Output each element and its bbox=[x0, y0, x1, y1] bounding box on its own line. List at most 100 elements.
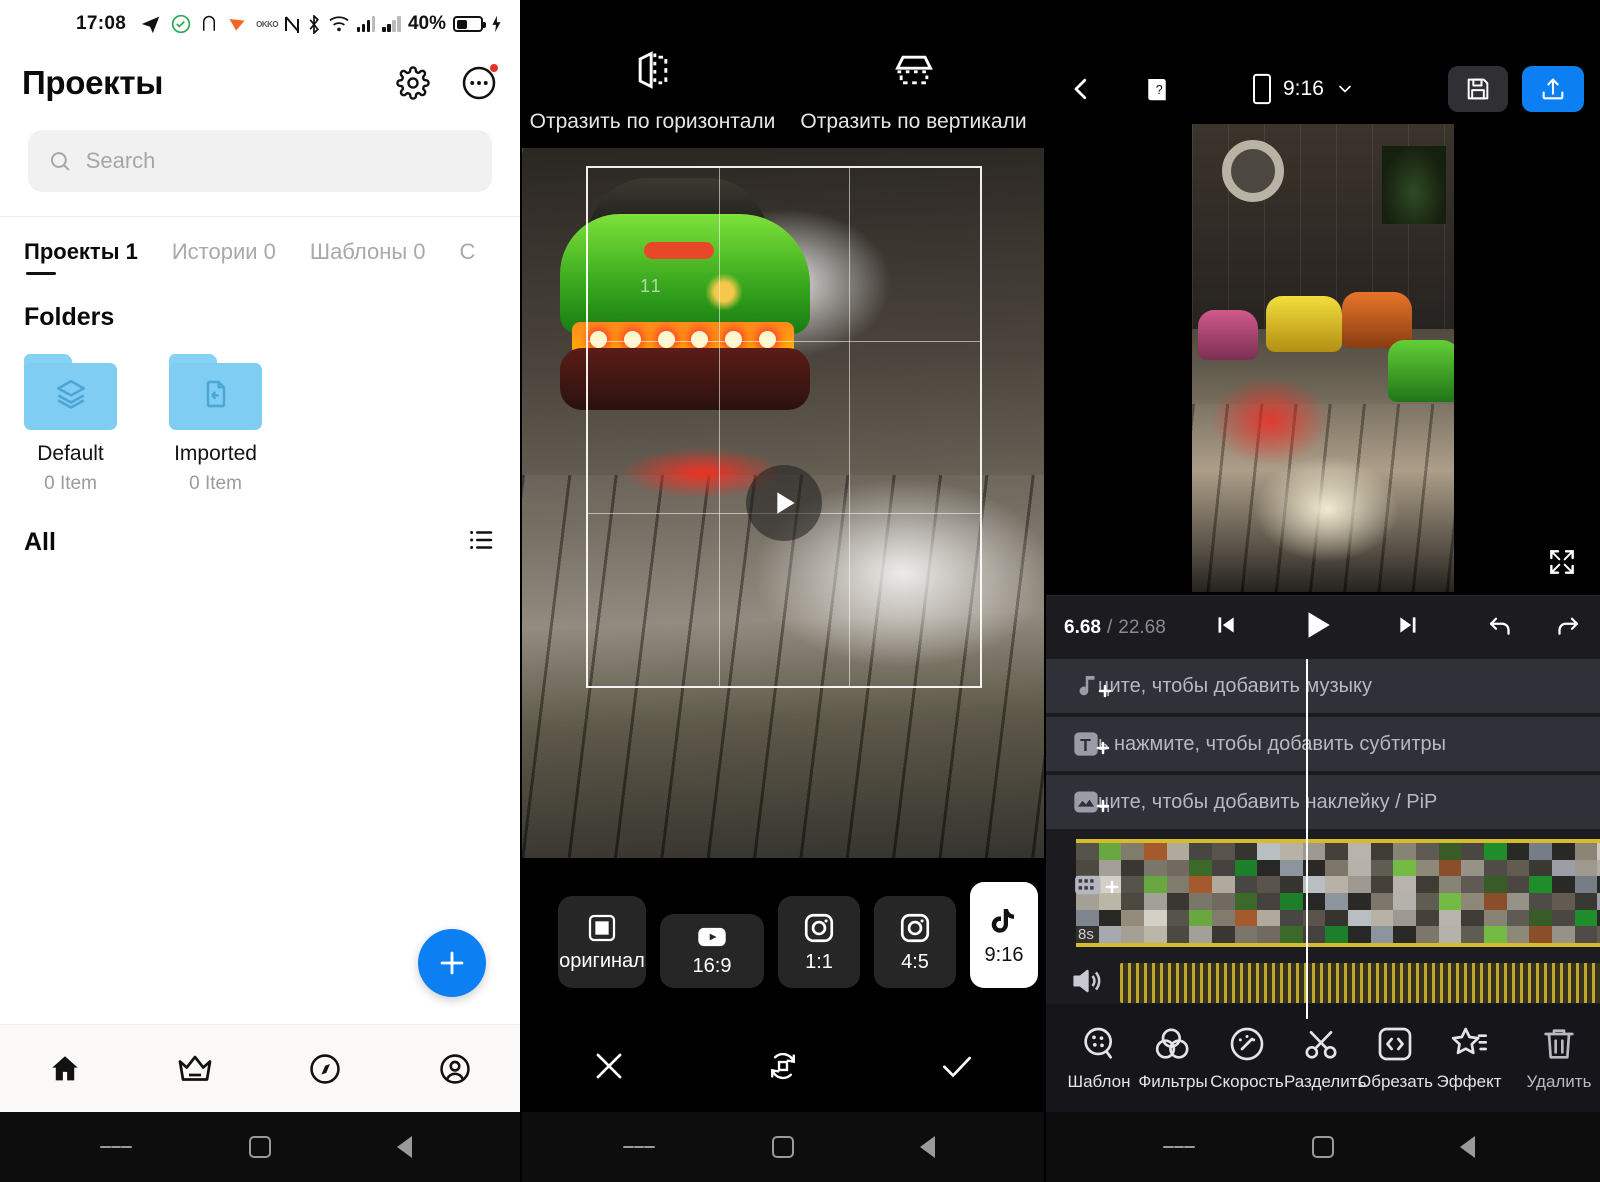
video-preview[interactable]: 11 bbox=[522, 148, 1044, 858]
track-music-label: ците, чтобы добавить музыку bbox=[1098, 674, 1373, 697]
effect-star-icon bbox=[1451, 1027, 1487, 1055]
current-time: 6.68 bbox=[1064, 616, 1101, 638]
redo-button[interactable] bbox=[1552, 610, 1582, 645]
tool-label: Скорость bbox=[1210, 1072, 1284, 1091]
track-music[interactable]: ците, чтобы добавить музыку bbox=[1046, 659, 1600, 713]
tool-delete[interactable]: Удалить bbox=[1522, 1024, 1596, 1092]
tool-label: Фильтры bbox=[1138, 1072, 1208, 1091]
track-subtitles[interactable]: T ь нажмите, чтобы добавить субтитры bbox=[1046, 717, 1600, 771]
cancel-button[interactable] bbox=[590, 1047, 628, 1085]
tab-projects[interactable]: Проекты 1 bbox=[24, 239, 138, 279]
phone-portrait-icon bbox=[1253, 73, 1271, 105]
help-button[interactable]: ? bbox=[1138, 70, 1176, 108]
nav-home[interactable] bbox=[46, 1050, 84, 1088]
recents-icon[interactable] bbox=[100, 1131, 133, 1163]
text-add-icon[interactable]: T bbox=[1072, 730, 1113, 758]
ratio-16-9[interactable]: 16:9 bbox=[660, 914, 764, 988]
trash-icon bbox=[1544, 1029, 1574, 1059]
nav-premium[interactable] bbox=[176, 1050, 214, 1088]
status-right-icons: 40% bbox=[284, 13, 502, 35]
folder-default[interactable]: Default 0 Item bbox=[24, 354, 117, 495]
ratio-9-16[interactable]: 9:16 bbox=[970, 882, 1038, 988]
folder-icon bbox=[169, 354, 262, 430]
home-square-icon[interactable] bbox=[767, 1131, 799, 1163]
crop-frame[interactable] bbox=[586, 166, 982, 688]
instagram-icon bbox=[900, 913, 930, 942]
undo-button[interactable] bbox=[1486, 610, 1516, 645]
okko-icon: OKKO bbox=[256, 19, 279, 29]
folder-icon bbox=[24, 354, 117, 430]
rotate-reset-icon bbox=[771, 1052, 795, 1080]
playback-controls: 6.68 / 22.68 bbox=[1046, 595, 1600, 659]
video-clip[interactable] bbox=[1076, 839, 1600, 947]
flip-horizontal-button[interactable]: Отразить по горизонтали bbox=[522, 48, 783, 134]
list-view-icon[interactable] bbox=[466, 525, 496, 560]
folder-imported[interactable]: Imported 0 Item bbox=[169, 354, 262, 495]
track-audio[interactable] bbox=[1046, 957, 1600, 1009]
timeline[interactable]: ците, чтобы добавить музыку T ь нажмите,… bbox=[1046, 659, 1600, 1019]
confirm-button[interactable] bbox=[938, 1047, 976, 1085]
sticker-add-icon[interactable] bbox=[1072, 788, 1113, 816]
speaker-icon[interactable] bbox=[1066, 964, 1106, 1003]
ratio-original[interactable]: оригинал bbox=[558, 896, 646, 988]
recents-icon[interactable] bbox=[1163, 1131, 1196, 1163]
flip-horizontal-icon bbox=[638, 51, 667, 89]
track-sticker[interactable]: ците, чтобы добавить наклейку / PiP bbox=[1046, 775, 1600, 829]
tool-speed[interactable]: Скорость bbox=[1210, 1024, 1284, 1092]
play-button[interactable] bbox=[746, 465, 822, 541]
nav-account[interactable] bbox=[436, 1050, 474, 1088]
preview-area[interactable] bbox=[1046, 120, 1600, 595]
back-triangle-icon[interactable] bbox=[911, 1131, 943, 1163]
plus-icon bbox=[440, 951, 464, 975]
battery-icon bbox=[453, 16, 486, 32]
flip-options: Отразить по горизонтали Отразить по верт… bbox=[522, 0, 1044, 148]
crown-icon bbox=[178, 1055, 212, 1081]
redo-icon bbox=[1558, 617, 1579, 635]
gear-icon[interactable] bbox=[394, 64, 432, 102]
tool-label: Шаблон bbox=[1067, 1072, 1131, 1091]
music-note-add-icon[interactable] bbox=[1072, 671, 1115, 701]
more-icon[interactable] bbox=[460, 63, 499, 102]
tab-stories[interactable]: Истории 0 bbox=[172, 239, 276, 279]
flip-vertical-button[interactable]: Отразить по вертикали bbox=[783, 48, 1044, 134]
search-bar[interactable] bbox=[28, 130, 492, 192]
nav-discover[interactable] bbox=[306, 1050, 344, 1088]
youtube-icon bbox=[698, 927, 726, 946]
status-left-icons: OKKO bbox=[140, 13, 279, 35]
play-icon bbox=[777, 492, 795, 514]
add-project-button[interactable] bbox=[418, 929, 486, 997]
home-icon bbox=[52, 1055, 78, 1080]
tool-split[interactable]: Разделить bbox=[1284, 1024, 1366, 1092]
flip-vertical-icon bbox=[894, 55, 933, 85]
tool-effect[interactable]: Эффект bbox=[1432, 1024, 1506, 1092]
all-section-header: All bbox=[0, 495, 520, 560]
film-add-icon[interactable] bbox=[1074, 873, 1122, 902]
export-button[interactable] bbox=[1522, 66, 1584, 112]
ratio-selector[interactable]: 9:16 bbox=[1252, 73, 1355, 105]
tool-trim[interactable]: Обрезать bbox=[1358, 1024, 1433, 1092]
recents-icon[interactable] bbox=[623, 1131, 656, 1163]
play-button[interactable] bbox=[1300, 608, 1334, 647]
ratio-1-1[interactable]: 1:1 bbox=[778, 896, 860, 988]
reset-rotate-button[interactable] bbox=[764, 1047, 802, 1085]
tool-template[interactable]: Шаблон bbox=[1062, 1024, 1136, 1092]
next-frame-button[interactable] bbox=[1396, 612, 1422, 643]
ratio-4-5[interactable]: 4:5 bbox=[874, 896, 956, 988]
tiktok-icon bbox=[991, 908, 1014, 933]
back-button[interactable] bbox=[1062, 70, 1100, 108]
tool-filters[interactable]: Фильтры bbox=[1136, 1024, 1210, 1092]
home-square-icon[interactable] bbox=[244, 1131, 276, 1163]
track-video[interactable]: 8s bbox=[1046, 839, 1600, 949]
fullscreen-button[interactable] bbox=[1546, 546, 1578, 583]
tab-more[interactable]: С bbox=[460, 239, 476, 279]
search-input[interactable] bbox=[85, 148, 472, 174]
home-square-icon[interactable] bbox=[1307, 1131, 1339, 1163]
back-triangle-icon[interactable] bbox=[388, 1131, 420, 1163]
playhead[interactable] bbox=[1306, 659, 1308, 1019]
tool-label: Эффект bbox=[1436, 1072, 1502, 1091]
tab-templates[interactable]: Шаблоны 0 bbox=[310, 239, 426, 279]
back-triangle-icon[interactable] bbox=[1451, 1131, 1483, 1163]
ratio-label: 4:5 bbox=[901, 950, 929, 973]
prev-frame-button[interactable] bbox=[1212, 612, 1238, 643]
save-button[interactable] bbox=[1448, 66, 1508, 112]
